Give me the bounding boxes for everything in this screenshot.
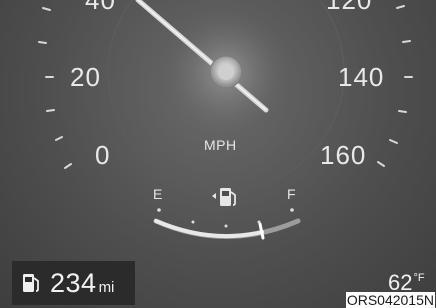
speed-label-140: 140 xyxy=(338,62,385,92)
tick xyxy=(46,109,55,112)
fuel-tick-dot xyxy=(191,220,195,224)
tick xyxy=(377,161,385,167)
tick xyxy=(389,139,398,144)
image-code-label: ORS042015N xyxy=(345,292,435,308)
speed-label-20: 20 xyxy=(70,62,101,92)
fuel-gauge-dots xyxy=(157,208,294,228)
speed-label-40: 40 xyxy=(85,0,116,15)
tick xyxy=(38,41,47,44)
needle-hub-cap xyxy=(218,64,234,80)
fuel-pump-icon xyxy=(212,188,236,206)
fuel-pump-icon xyxy=(23,274,39,292)
tick xyxy=(55,136,63,141)
fuel-empty-label: E xyxy=(153,186,163,202)
range-unit: mi xyxy=(98,278,115,296)
speed-unit-label: MPH xyxy=(204,137,237,153)
fuel-gauge-fill xyxy=(154,219,264,239)
fuel-gauge-needle xyxy=(258,222,265,240)
speed-label-120: 120 xyxy=(326,0,373,15)
temperature-unit: °F xyxy=(413,272,425,284)
fuel-tick-dot xyxy=(224,224,228,228)
fuel-tick-dot xyxy=(157,208,161,212)
tick xyxy=(396,5,405,9)
tick xyxy=(398,110,407,113)
range-display: 234 mi xyxy=(12,261,135,305)
speed-ticks-left xyxy=(38,7,72,169)
tick xyxy=(402,40,411,43)
fuel-full-label: F xyxy=(287,186,296,202)
fuel-tick-dot xyxy=(257,220,261,224)
speed-label-160: 160 xyxy=(320,140,367,170)
instrument-cluster: 40 20 0 120 140 160 MPH E F 234 mi 62°F xyxy=(0,0,436,308)
speed-label-0: 0 xyxy=(95,140,111,170)
tick xyxy=(64,163,72,169)
fuel-tick-dot xyxy=(290,208,294,212)
range-value: 234 xyxy=(50,267,97,298)
tick xyxy=(42,7,51,11)
